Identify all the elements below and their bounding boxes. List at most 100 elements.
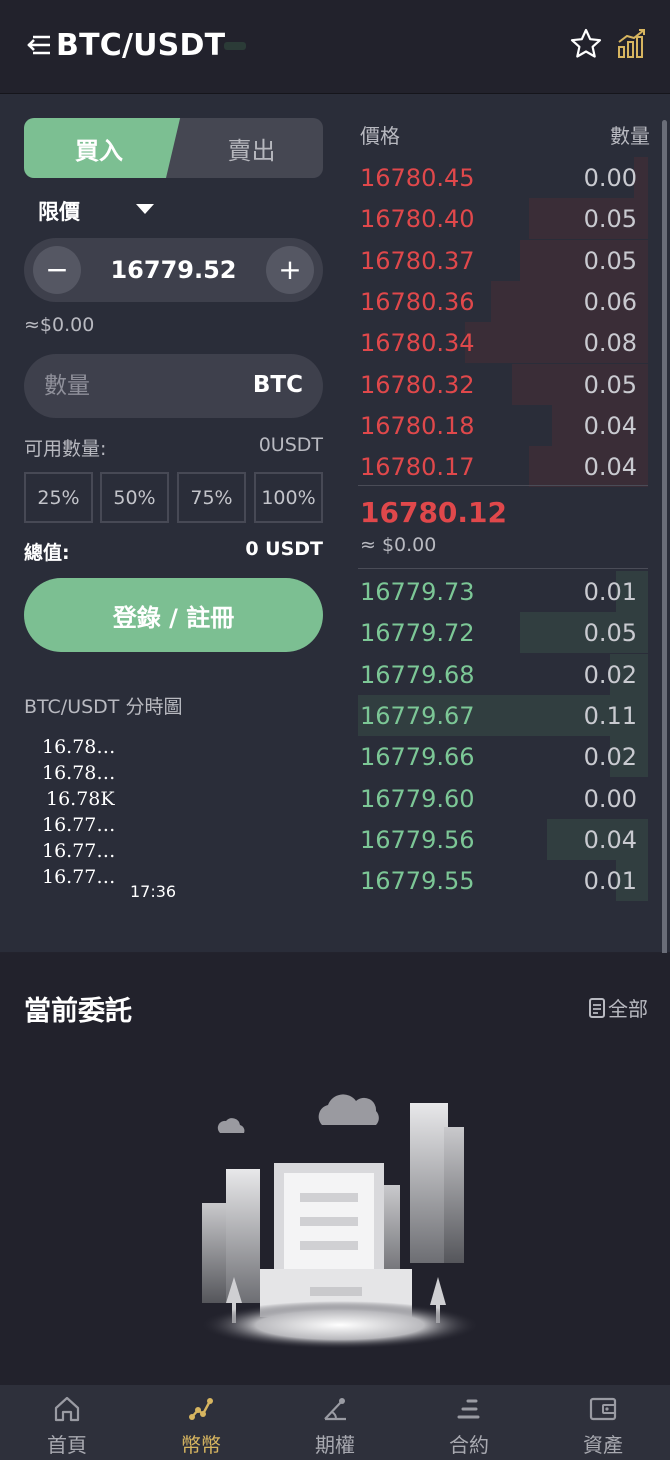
available-value: 0USDT [258, 434, 323, 456]
percent-25-button[interactable]: 25% [24, 472, 93, 523]
bid-row[interactable]: 16779.55 0.01 [358, 860, 648, 902]
back-menu-icon[interactable] [26, 32, 52, 58]
change-badge [224, 42, 246, 50]
top-header: BTC/USDT [0, 0, 670, 94]
bid-row[interactable]: 16779.72 0.05 [358, 612, 648, 654]
chart-x-tick: 17:36 [130, 882, 177, 901]
login-register-button[interactable]: 登錄 / 註冊 [24, 578, 323, 652]
ask-qty: 0.04 [583, 453, 637, 482]
bid-price: 16779.73 [360, 578, 475, 606]
price-stepper: − 16779.52 + [24, 238, 323, 302]
ask-price: 16780.40 [360, 205, 475, 234]
nav-item-spot[interactable]: 幣幣 [134, 1385, 268, 1460]
price-approx: ≈$0.00 [24, 314, 95, 336]
ask-row[interactable]: 16780.36 0.06 [358, 280, 648, 322]
bid-price: 16779.67 [360, 701, 475, 730]
bid-row[interactable]: 16779.68 0.02 [358, 653, 648, 695]
nav-label: 合約 [449, 1433, 489, 1457]
bid-qty: 0.02 [583, 660, 637, 689]
last-price: 16780.12 [360, 496, 508, 529]
last-price-approx: ≈ $0.00 [360, 534, 437, 556]
total-value: 0 USDT [245, 538, 323, 560]
tab-sell[interactable]: 賣出 [166, 118, 323, 178]
nav-item-home[interactable]: 首頁 [0, 1385, 134, 1460]
ask-price: 16780.32 [360, 370, 475, 399]
price-input[interactable]: 16779.52 [84, 256, 263, 284]
bid-row[interactable]: 16779.73 0.01 [358, 571, 648, 612]
kline-chart-icon[interactable] [614, 26, 650, 62]
nav-item-assets[interactable]: 資產 [536, 1385, 670, 1460]
quantity-unit: BTC [252, 372, 303, 398]
chart-y-tick: 16.78… [42, 762, 116, 784]
bid-row[interactable]: 16779.67 0.11 [358, 694, 648, 736]
bid-qty: 0.04 [583, 825, 637, 854]
ask-price: 16780.34 [360, 329, 475, 358]
bid-price: 16779.72 [360, 619, 475, 648]
options-icon [324, 1398, 346, 1421]
nav-label: 幣幣 [181, 1433, 221, 1457]
nav-label: 期權 [315, 1433, 355, 1457]
bottom-nav: 首頁 幣幣 期權 合約 資產 [0, 1385, 670, 1460]
bid-qty: 0.05 [583, 619, 637, 648]
ask-qty: 0.08 [583, 329, 637, 358]
bid-row[interactable]: 16779.66 0.02 [358, 736, 648, 778]
bid-row[interactable]: 16779.60 0.00 [358, 778, 648, 819]
orderbook-price-header: 價格 [360, 124, 400, 148]
all-orders-link[interactable]: 全部 [588, 993, 648, 1022]
bid-qty: 0.01 [583, 578, 637, 606]
order-type-select[interactable]: 限價 [38, 196, 80, 226]
chart-y-tick: 16.77… [42, 840, 116, 862]
nav-item-contract[interactable]: 合約 [402, 1385, 536, 1460]
chevron-down-icon[interactable] [136, 204, 154, 214]
ask-row[interactable]: 16780.17 0.04 [358, 446, 648, 488]
ask-row[interactable]: 16780.32 0.05 [358, 363, 648, 405]
page-title[interactable]: BTC/USDT [56, 28, 225, 63]
bid-row[interactable]: 16779.56 0.04 [358, 818, 648, 860]
home-icon [54, 1396, 80, 1422]
price-minus-button[interactable]: − [33, 246, 81, 294]
contract-icon [457, 1399, 480, 1419]
bid-qty: 0.01 [583, 867, 637, 896]
percent-75-button[interactable]: 75% [177, 472, 246, 523]
current-orders-section: 當前委託 全部 [0, 953, 670, 1385]
ask-qty: 0.00 [583, 164, 637, 192]
tab-buy[interactable]: 買入 [24, 118, 184, 178]
chart-y-tick: 16.78… [42, 736, 116, 758]
ask-qty: 0.05 [583, 205, 637, 234]
bid-price: 16779.60 [360, 784, 475, 813]
ask-row[interactable]: 16780.40 0.05 [358, 198, 648, 240]
nav-label: 資產 [583, 1433, 623, 1457]
chart-y-tick: 16.77… [42, 866, 116, 888]
bid-price: 16779.66 [360, 743, 475, 772]
wallet-icon [589, 1397, 617, 1421]
ask-row[interactable]: 16780.34 0.08 [358, 322, 648, 364]
chart-y-tick: 16.78K [46, 788, 115, 810]
ask-row[interactable]: 16780.37 0.05 [358, 239, 648, 281]
divider [358, 568, 648, 569]
nav-label: 首頁 [47, 1433, 87, 1457]
ask-qty: 0.05 [583, 246, 637, 275]
ask-price: 16780.45 [360, 164, 475, 192]
total-label: 總值: [24, 542, 70, 564]
ask-qty: 0.05 [583, 370, 637, 399]
bid-qty: 0.11 [583, 701, 637, 730]
percent-100-button[interactable]: 100% [254, 472, 323, 523]
bid-price: 16779.68 [360, 660, 475, 689]
ask-price: 16780.17 [360, 453, 475, 482]
price-plus-button[interactable]: + [266, 246, 314, 294]
ask-price: 16780.37 [360, 246, 475, 275]
percent-50-button[interactable]: 50% [100, 472, 169, 523]
bid-qty: 0.02 [583, 743, 637, 772]
bid-price: 16779.55 [360, 867, 475, 896]
star-icon[interactable] [568, 26, 604, 62]
ask-price: 16780.18 [360, 411, 475, 440]
nav-item-options[interactable]: 期權 [268, 1385, 402, 1460]
available-label: 可用數量: [24, 438, 107, 460]
bid-qty: 0.00 [583, 784, 637, 813]
mini-chart-title: BTC/USDT 分時圖 [24, 696, 183, 718]
ask-row[interactable]: 16780.18 0.04 [358, 404, 648, 446]
ask-price: 16780.36 [360, 287, 475, 316]
quantity-input[interactable] [44, 370, 224, 402]
ask-row[interactable]: 16780.45 0.00 [358, 157, 648, 198]
orderbook-qty-header: 數量 [610, 124, 650, 148]
